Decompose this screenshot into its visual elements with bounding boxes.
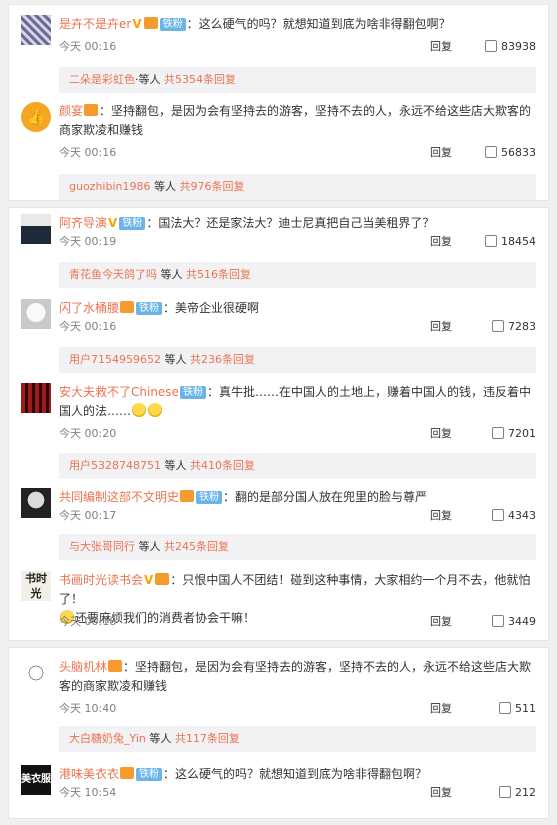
thumbs-up-icon bbox=[492, 320, 504, 332]
level-icon bbox=[120, 767, 135, 779]
username-link[interactable]: 书画时光读书会 bbox=[59, 573, 143, 587]
level-icon bbox=[108, 660, 123, 672]
like-button[interactable]: 56833 bbox=[485, 145, 536, 161]
like-button[interactable]: 511 bbox=[499, 701, 536, 717]
avatar[interactable] bbox=[21, 488, 51, 518]
comment-meta: 今天 10:54 回复 212 bbox=[59, 785, 536, 801]
level-icon bbox=[120, 301, 135, 313]
fan-badge: 铁粉 bbox=[179, 386, 206, 399]
username-link[interactable]: 港味美衣衣 bbox=[59, 767, 119, 781]
comment-text: 安大夫救不了Chinese 铁粉 ：真牛批……在中国人的土地上，赚着中国人的钱，违反… bbox=[59, 385, 531, 418]
fan-badge: 铁粉 bbox=[119, 217, 146, 230]
thumbs-up-icon bbox=[499, 786, 511, 798]
like-button[interactable]: 83938 bbox=[485, 39, 536, 55]
sub-replies-link[interactable]: 用户5328748751 等人 共410条回复 bbox=[59, 453, 536, 479]
verified-icon: V bbox=[108, 216, 118, 230]
comment-meta: 今天 00:16 回复 56833 bbox=[59, 145, 536, 161]
thumbs-up-icon bbox=[485, 235, 497, 247]
comment-text: 颜宴 ：坚持翻包，是因为会有坚持去的游客，坚持不去的人，永远不给这些店大欺客的商家… bbox=[59, 104, 532, 137]
timestamp: 今天 00:16 bbox=[59, 40, 117, 53]
avatar[interactable] bbox=[21, 15, 51, 45]
comment-meta: 今天 00:17 回复 4343 bbox=[59, 508, 536, 524]
verified-icon: V bbox=[144, 573, 154, 587]
level-icon bbox=[143, 17, 158, 29]
fan-badge: 铁粉 bbox=[136, 302, 163, 315]
avatar[interactable] bbox=[21, 299, 51, 329]
comment-meta: 今天 00:16 回复 83938 bbox=[59, 39, 536, 55]
thumbs-up-icon bbox=[485, 146, 497, 158]
level-icon bbox=[84, 104, 99, 116]
grin-emoji-icon bbox=[132, 403, 147, 417]
fan-badge: 铁粉 bbox=[136, 768, 163, 781]
reply-button[interactable]: 回复 bbox=[430, 145, 452, 161]
thumbs-up-icon bbox=[499, 702, 511, 714]
comment-text: 共同编制这部不文明史 铁粉 ：翻的是部分国人放在兜里的脸与尊严 bbox=[59, 490, 428, 504]
level-icon bbox=[180, 490, 195, 502]
reply-button[interactable]: 回复 bbox=[430, 614, 452, 630]
comment-meta: 今天 00:16 回复 7283 bbox=[59, 319, 536, 335]
sub-replies-link[interactable]: 青花鱼今天鸽了吗 等人 共516条回复 bbox=[59, 262, 536, 288]
username-link[interactable]: 头脑机林 bbox=[59, 660, 107, 674]
like-button[interactable]: 212 bbox=[499, 785, 536, 801]
comment-meta: 今天 00:20 回复 7201 bbox=[59, 426, 536, 442]
sub-replies-link[interactable]: guozhibin1986 等人 共976条回复 bbox=[59, 174, 536, 200]
avatar[interactable] bbox=[21, 658, 51, 688]
reply-button[interactable]: 回复 bbox=[430, 234, 452, 250]
comment-meta: 今天 10:40 回复 511 bbox=[59, 701, 536, 717]
reply-button[interactable]: 回复 bbox=[430, 426, 452, 442]
username-link[interactable]: 是卉不是卉er bbox=[59, 17, 131, 31]
username-link[interactable]: 阿齐导演 bbox=[59, 216, 107, 230]
comment-text: 是卉不是卉erV 铁粉 ：这么硬气的吗？就想知道到底为啥非得翻包啊？ bbox=[59, 15, 536, 34]
username-link[interactable]: 颜宴 bbox=[59, 104, 83, 118]
thumbs-up-icon bbox=[492, 615, 504, 627]
thumbs-up-icon bbox=[492, 509, 504, 521]
level-icon bbox=[155, 573, 170, 585]
like-button[interactable]: 7283 bbox=[492, 319, 536, 335]
sub-replies-link[interactable]: 用户7154959652 等人 共236条回复 bbox=[59, 347, 536, 373]
reply-button[interactable]: 回复 bbox=[430, 785, 452, 801]
avatar[interactable] bbox=[21, 214, 51, 244]
comment-panel-3: 头脑机林 ：坚持翻包，是因为会有坚持去的游客，坚持不去的人，永远不给这些店大欺客的… bbox=[8, 647, 549, 819]
username-link[interactable]: 闪了水桶腰 bbox=[59, 301, 119, 315]
avatar[interactable]: 美衣服 bbox=[21, 765, 51, 795]
username-link[interactable]: 安大夫救不了Chinese bbox=[59, 385, 179, 399]
reply-button[interactable]: 回复 bbox=[430, 39, 452, 55]
like-button[interactable]: 7201 bbox=[492, 426, 536, 442]
comment-text: 港味美衣衣 铁粉 ：这么硬气的吗？就想知道到底为啥非得翻包啊？ bbox=[59, 767, 428, 781]
like-button[interactable]: 18454 bbox=[485, 234, 536, 250]
reply-button[interactable]: 回复 bbox=[430, 319, 452, 335]
thumb-icon[interactable]: 👍 bbox=[21, 102, 51, 132]
comment-text: 头脑机林 ：坚持翻包，是因为会有坚持去的游客，坚持不去的人，永远不给这些店大欺客的… bbox=[59, 660, 532, 693]
verified-icon: V bbox=[132, 17, 142, 31]
thumbs-up-icon bbox=[492, 427, 504, 439]
comment-text: 闪了水桶腰 铁粉 ：美帝企业很硬啊 bbox=[59, 301, 260, 315]
comment-text: 阿齐导演V 铁粉 ：国法大？还是家法大？迪士尼真把自己当美租界了？ bbox=[59, 214, 536, 233]
comment-panel-1: 是卉不是卉erV 铁粉 ：这么硬气的吗？就想知道到底为啥非得翻包啊？ 今天 00:1… bbox=[8, 4, 549, 201]
comment-meta: 今天 00:19 回复 18454 bbox=[59, 234, 536, 250]
like-button[interactable]: 4343 bbox=[492, 508, 536, 524]
avatar[interactable]: 书时光 bbox=[21, 571, 51, 601]
comment-meta: 今天 00:18 回复 3449 bbox=[59, 614, 536, 630]
thumbs-up-icon bbox=[485, 40, 497, 52]
avatar[interactable] bbox=[21, 383, 51, 413]
comment-panel-2: 阿齐导演V 铁粉 ：国法大？还是家法大？迪士尼真把自己当美租界了？ 今天 00:19… bbox=[8, 207, 549, 641]
like-button[interactable]: 3449 bbox=[492, 614, 536, 630]
fan-badge: 铁粉 bbox=[159, 18, 186, 31]
reply-button[interactable]: 回复 bbox=[430, 701, 452, 717]
sub-replies-link[interactable]: 大白糖奶兔_Yin 等人 共117条回复 bbox=[59, 726, 536, 752]
sub-replies-link[interactable]: 与大张哥同行 等人 共245条回复 bbox=[59, 534, 536, 560]
fan-badge: 铁粉 bbox=[196, 491, 223, 504]
timestamp: 今天 00:16 bbox=[59, 146, 117, 159]
sub-replies-link[interactable]: 二朵是彩虹色·等人 共5354条回复 bbox=[59, 67, 536, 93]
reply-button[interactable]: 回复 bbox=[430, 508, 452, 524]
grin-emoji-icon bbox=[148, 403, 163, 417]
username-link[interactable]: 共同编制这部不文明史 bbox=[59, 490, 179, 504]
